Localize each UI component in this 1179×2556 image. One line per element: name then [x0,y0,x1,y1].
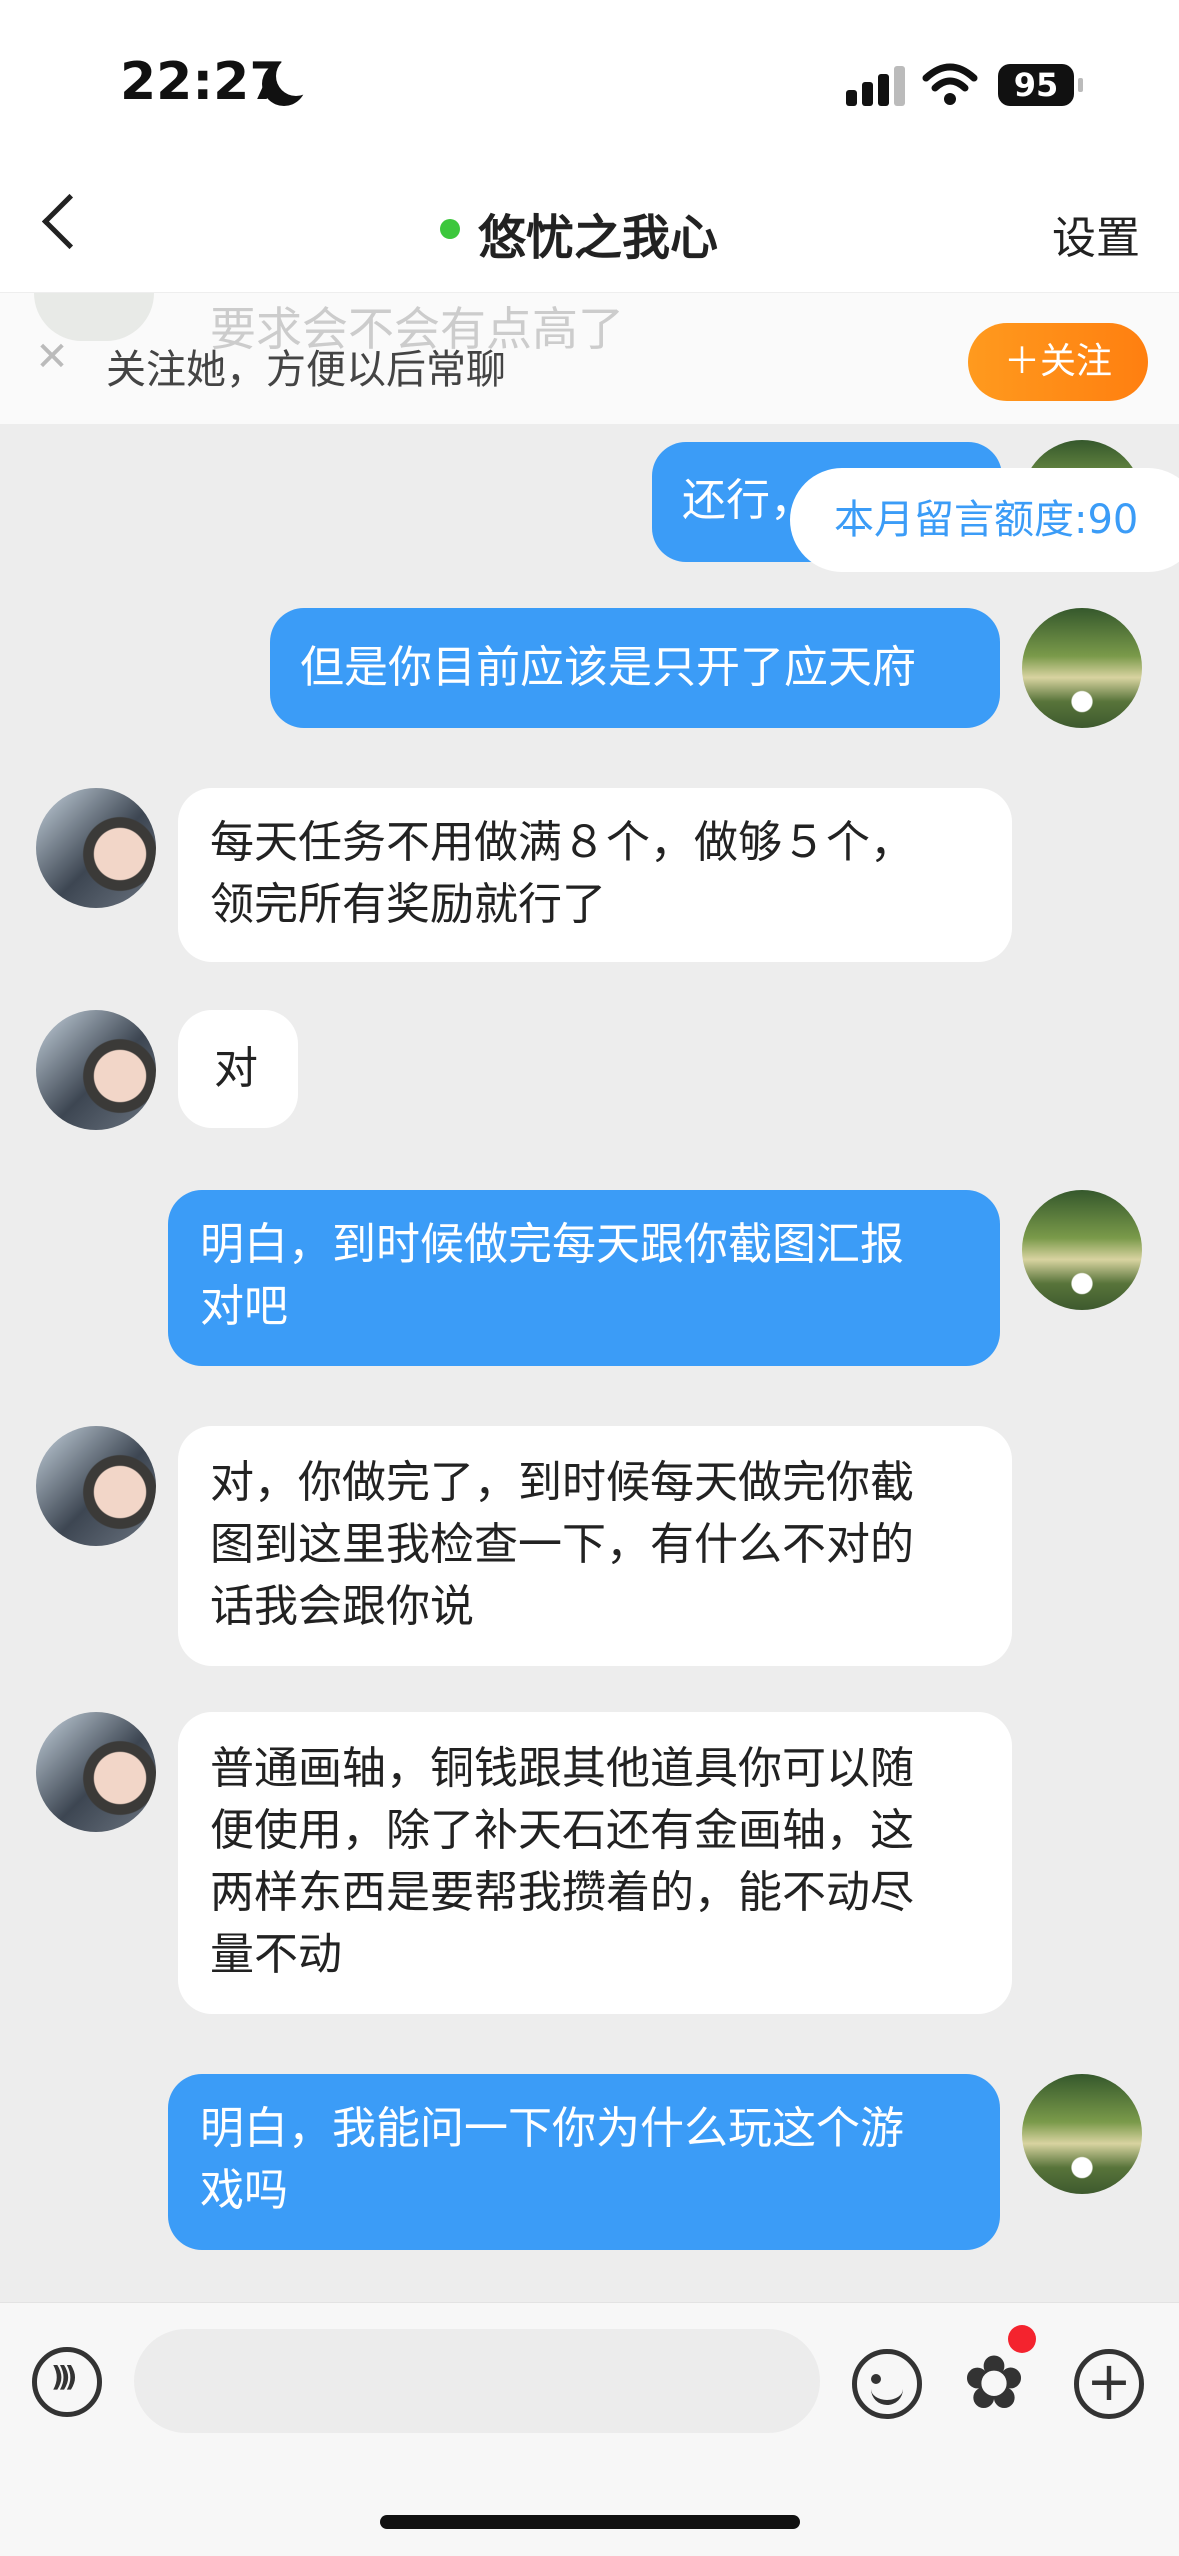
input-bar: ✿ + [0,2302,1179,2556]
settings-button[interactable]: 设置 [1052,202,1140,266]
back-button[interactable] [30,190,90,260]
plus-icon[interactable]: + [1074,2349,1144,2419]
avatar[interactable] [36,1712,156,1832]
moon-icon [262,56,316,106]
battery-icon: 95 [998,64,1083,106]
avatar[interactable] [1022,2074,1142,2194]
notification-dot [1008,2325,1036,2353]
follow-banner: 要求会不会有点高了 ✕ 关注她，方便以后常聊 ＋关注 [0,292,1179,424]
home-indicator[interactable] [380,2515,800,2529]
avatar[interactable] [36,1010,156,1130]
message-bubble-incoming[interactable]: 对，你做完了，到时候每天做完你截 图到这里我检查一下，有什么不对的 话我会跟你说 [178,1426,1012,1666]
message-bubble-outgoing[interactable]: 明白，到时候做完每天跟你截图汇报 对吧 [168,1190,1000,1366]
avatar[interactable] [36,1426,156,1546]
message-bubble-incoming[interactable]: 对 [178,1010,298,1128]
message-bubble-outgoing[interactable]: 明白，我能问一下你为什么玩这个游 戏吗 [168,2074,1000,2250]
close-icon[interactable]: ✕ [32,337,72,377]
avatar[interactable] [1022,608,1142,728]
message-bubble-outgoing[interactable]: 但是你目前应该是只开了应天府 [270,608,1000,728]
follow-prompt: 关注她，方便以后常聊 [106,347,506,393]
wifi-icon [922,63,978,105]
sticker-icon[interactable]: ✿ [956,2345,1032,2421]
voice-icon[interactable] [32,2347,102,2417]
online-status-dot [440,219,460,239]
follow-button[interactable]: ＋关注 [968,323,1148,401]
chat-title: 悠忧之我心 [478,210,719,266]
message-input[interactable] [134,2329,820,2433]
avatar[interactable] [1022,1190,1142,1310]
message-quota-badge: 本月留言额度:90 [790,468,1179,572]
signal-icon [846,66,906,106]
emoji-icon[interactable] [852,2349,922,2419]
avatar[interactable] [36,788,156,908]
top-bar: 22:27 95 悠忧之我心 设置 [0,0,1179,292]
message-bubble-incoming[interactable]: 普通画轴，铜钱跟其他道具你可以随 便使用，除了补天石还有金画轴，这 两样东西是要… [178,1712,1012,2014]
status-time: 22:27 [120,52,286,112]
message-bubble-incoming[interactable]: 每天任务不用做满８个，做够５个， 领完所有奖励就行了 [178,788,1012,962]
